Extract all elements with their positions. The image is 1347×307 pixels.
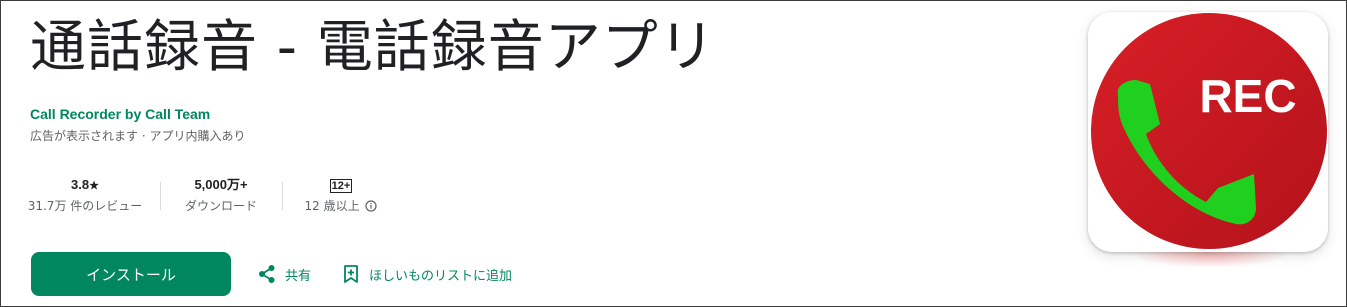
age-rating-line: 12 歳以上	[281, 198, 401, 214]
rating-value: 3.8	[71, 177, 90, 192]
app-title: 通話録音 - 電話録音アプリ	[30, 15, 716, 80]
star-icon: ★	[89, 180, 99, 192]
age-rating-label: 12 歳以上	[304, 199, 360, 213]
ads-purchase-notes: 広告が表示されます · アプリ内購入あり	[30, 129, 246, 143]
age-rating-badge: 12+	[329, 179, 353, 193]
reviews-count: 31.7万 件のレビュー	[27, 199, 143, 213]
share-button[interactable]: 共有	[257, 262, 311, 286]
rating-stat[interactable]: 3.8★ 31.7万 件のレビュー	[25, 176, 145, 214]
bookmark-add-icon	[341, 264, 361, 284]
rating-value-line: 3.8★	[25, 176, 145, 193]
downloads-label: ダウンロード	[184, 199, 257, 213]
share-label: 共有	[285, 268, 312, 284]
rec-text: REC	[1199, 70, 1296, 122]
wishlist-label: ほしいものリストに追加	[369, 268, 513, 284]
age-rating-stat: 12+ 12 歳以上	[281, 176, 401, 214]
wishlist-button[interactable]: ほしいものリストに追加	[341, 262, 512, 286]
install-button[interactable]: インストール	[31, 252, 231, 296]
age-badge-line: 12+	[281, 176, 401, 193]
share-icon	[257, 264, 277, 284]
developer-link[interactable]: Call Recorder by Call Team	[30, 106, 210, 122]
info-icon[interactable]	[365, 200, 378, 216]
rec-logo: REC	[1091, 13, 1327, 249]
downloads-value: 5,000万+	[194, 177, 248, 192]
downloads-stat: 5,000万+ ダウンロード	[161, 176, 281, 214]
app-icon: REC	[1088, 12, 1328, 252]
